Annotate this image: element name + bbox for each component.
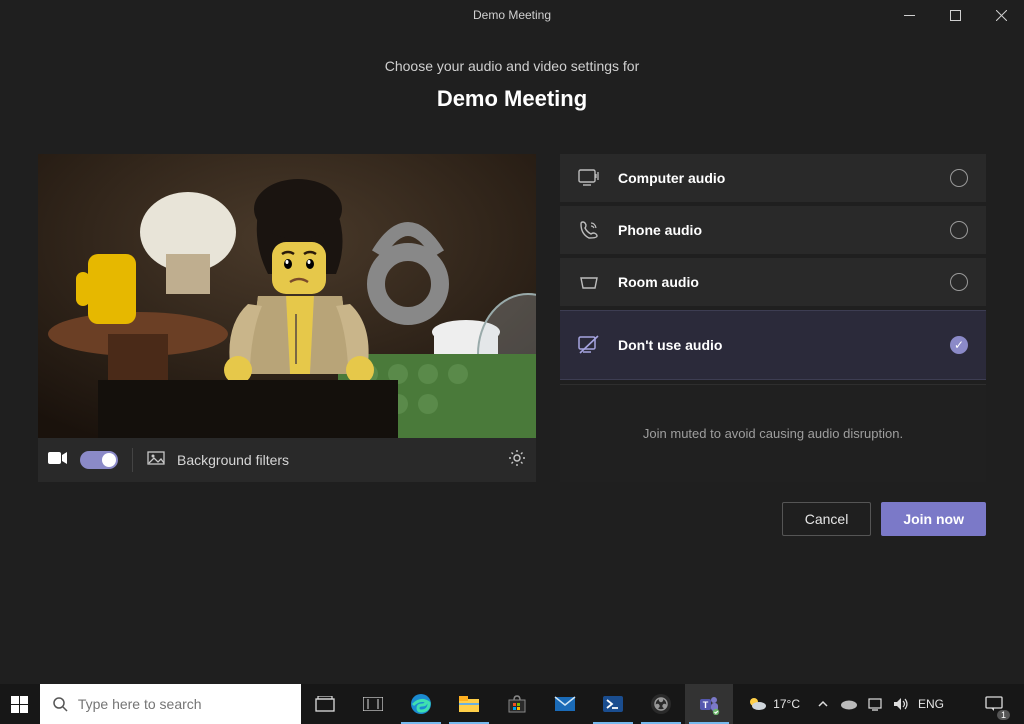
audio-option-label: Room audio bbox=[618, 274, 932, 290]
hint-text: Join muted to avoid causing audio disrup… bbox=[643, 426, 903, 441]
meeting-name: Demo Meeting bbox=[0, 86, 1024, 112]
subheading: Choose your audio and video settings for bbox=[0, 58, 1024, 74]
phone-audio-icon bbox=[578, 220, 600, 240]
taskbar-app-mail[interactable] bbox=[541, 684, 589, 724]
minimize-button[interactable] bbox=[886, 0, 932, 30]
windows-icon bbox=[11, 696, 28, 713]
weather-icon bbox=[747, 696, 767, 712]
prejoin-screen: Choose your audio and video settings for… bbox=[0, 30, 1024, 684]
taskbar: T 17°C ENG 1 bbox=[0, 684, 1024, 724]
audio-option-label: Don't use audio bbox=[618, 337, 932, 353]
camera-icon bbox=[48, 451, 68, 470]
notification-badge: 1 bbox=[997, 710, 1010, 720]
join-label: Join now bbox=[903, 511, 964, 527]
weather-widget[interactable]: 17°C bbox=[741, 696, 806, 712]
cancel-label: Cancel bbox=[805, 511, 849, 527]
taskbar-app-teams[interactable]: T bbox=[685, 684, 733, 724]
divider bbox=[132, 448, 133, 472]
computer-audio-icon bbox=[578, 169, 600, 187]
audio-option-label: Phone audio bbox=[618, 222, 932, 238]
camera-toggle[interactable] bbox=[80, 451, 118, 469]
audio-hint: Join muted to avoid causing audio disrup… bbox=[560, 384, 986, 482]
titlebar: Demo Meeting bbox=[0, 0, 1024, 30]
tray-chevron-icon[interactable] bbox=[814, 700, 832, 708]
camera-feed-image bbox=[38, 154, 536, 438]
audio-option-computer[interactable]: Computer audio bbox=[560, 154, 986, 202]
audio-option-phone[interactable]: Phone audio bbox=[560, 206, 986, 254]
background-filters-button[interactable]: Background filters bbox=[177, 452, 289, 468]
search-input[interactable] bbox=[78, 696, 289, 712]
audio-option-none[interactable]: Don't use audio bbox=[560, 310, 986, 380]
taskbar-app-obs[interactable] bbox=[637, 684, 685, 724]
audio-panel: Computer audio Phone audio Room audio bbox=[560, 154, 986, 482]
start-button[interactable] bbox=[0, 684, 40, 724]
task-timeline-button[interactable] bbox=[349, 684, 397, 724]
no-audio-icon bbox=[578, 335, 600, 355]
cancel-button[interactable]: Cancel bbox=[782, 502, 872, 536]
audio-option-room[interactable]: Room audio bbox=[560, 258, 986, 306]
video-panel: Background filters bbox=[38, 154, 536, 482]
tray-onedrive-icon[interactable] bbox=[840, 698, 858, 710]
weather-temp: 17°C bbox=[773, 697, 800, 711]
taskbar-app-explorer[interactable] bbox=[445, 684, 493, 724]
video-controls-bar: Background filters bbox=[38, 438, 536, 482]
audio-option-label: Computer audio bbox=[618, 170, 932, 186]
radio-checked-icon bbox=[950, 336, 968, 354]
task-view-button[interactable] bbox=[301, 684, 349, 724]
window-controls bbox=[886, 0, 1024, 30]
tray-language[interactable]: ENG bbox=[918, 697, 944, 711]
taskbar-pinned: T bbox=[301, 684, 733, 724]
taskbar-app-store[interactable] bbox=[493, 684, 541, 724]
taskbar-search[interactable] bbox=[40, 684, 301, 724]
taskbar-app-powershell[interactable] bbox=[589, 684, 637, 724]
svg-text:T: T bbox=[703, 700, 709, 710]
system-tray: 17°C ENG 1 bbox=[733, 684, 1024, 724]
tray-volume-icon[interactable] bbox=[892, 697, 910, 711]
action-row: Cancel Join now bbox=[0, 482, 1024, 536]
background-filters-icon bbox=[147, 451, 165, 470]
window-title: Demo Meeting bbox=[473, 8, 551, 22]
search-icon bbox=[52, 696, 68, 712]
join-now-button[interactable]: Join now bbox=[881, 502, 986, 536]
radio-icon bbox=[950, 169, 968, 187]
radio-icon bbox=[950, 221, 968, 239]
action-center-button[interactable]: 1 bbox=[972, 684, 1016, 724]
close-button[interactable] bbox=[978, 0, 1024, 30]
taskbar-app-edge[interactable] bbox=[397, 684, 445, 724]
maximize-button[interactable] bbox=[932, 0, 978, 30]
radio-icon bbox=[950, 273, 968, 291]
room-audio-icon bbox=[578, 274, 600, 290]
device-settings-button[interactable] bbox=[508, 449, 526, 472]
tray-network-icon[interactable] bbox=[866, 697, 884, 711]
video-preview bbox=[38, 154, 536, 438]
